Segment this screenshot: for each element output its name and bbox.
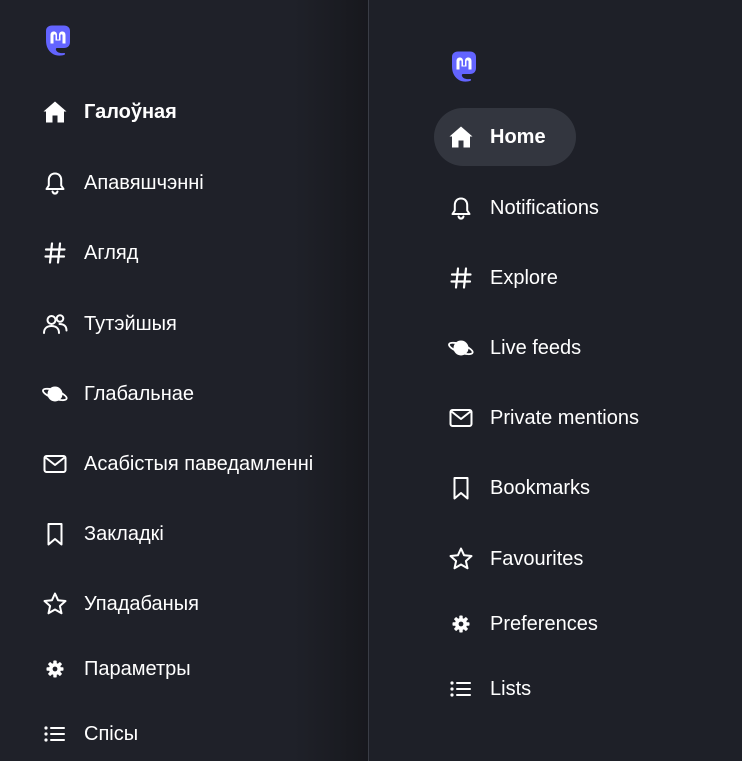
nav-item-label: Live feeds — [490, 337, 582, 359]
nav-item-bookmarks[interactable]: Закладкі — [30, 505, 360, 563]
nav-item-lists[interactable]: Lists — [434, 660, 561, 718]
nav-item-label: Preferences — [490, 613, 598, 635]
nav-item-label: Private mentions — [490, 407, 639, 429]
nav-item-label: Апавяшчэнні — [84, 172, 204, 194]
home-icon — [448, 124, 474, 150]
nav-item-private-mentions[interactable]: Private mentions — [434, 389, 669, 447]
users-icon — [42, 311, 68, 337]
nav-item-home[interactable]: Home — [434, 108, 576, 166]
nav-item-bookmarks[interactable]: Bookmarks — [434, 459, 620, 517]
nav-item-preferences[interactable]: Preferences — [434, 595, 628, 653]
nav-item-live-feeds[interactable]: Live feeds — [434, 319, 611, 377]
nav-item-label: Тутэйшыя — [84, 313, 177, 335]
list-icon — [448, 676, 474, 702]
nav-item-explore[interactable]: Explore — [434, 249, 588, 307]
nav-item-label: Закладкі — [84, 523, 164, 545]
nav-item-label: Агляд — [84, 242, 139, 264]
star-icon — [42, 591, 68, 617]
list-icon — [42, 721, 68, 747]
nav-item-explore[interactable]: Агляд — [30, 224, 360, 282]
nav-item-label: Параметры — [84, 658, 191, 680]
nav-item-label: Home — [490, 126, 546, 148]
envelope-icon — [448, 405, 474, 431]
nav-item-preferences[interactable]: Параметры — [30, 640, 360, 698]
home-icon — [42, 99, 68, 125]
bookmark-icon — [42, 521, 68, 547]
gear-icon — [42, 656, 68, 682]
planet-icon — [42, 381, 68, 407]
gear-icon — [448, 611, 474, 637]
nav-item-federated[interactable]: Глабальнае — [30, 365, 360, 423]
nav-item-notifications[interactable]: Апавяшчэнні — [30, 154, 360, 212]
hashtag-icon — [42, 240, 68, 266]
nav-item-local[interactable]: Тутэйшыя — [30, 295, 360, 353]
mastodon-logo[interactable] — [40, 22, 76, 58]
bookmark-icon — [448, 475, 474, 501]
nav-item-label: Lists — [490, 678, 532, 700]
nav-item-label: Bookmarks — [490, 477, 591, 499]
nav-item-label: Favourites — [490, 548, 584, 570]
mastodon-logo[interactable] — [446, 48, 482, 84]
star-icon — [448, 546, 474, 572]
nav-item-label: Спісы — [84, 723, 139, 745]
nav-item-label: Explore — [490, 267, 558, 289]
nav-item-notifications[interactable]: Notifications — [434, 179, 629, 237]
nav-item-home[interactable]: Галоўная — [30, 83, 360, 141]
nav-item-favourites[interactable]: Упадабаныя — [30, 575, 360, 633]
nav-item-label: Галоўная — [84, 101, 177, 123]
nav-item-direct[interactable]: Асабістыя паведамленні — [30, 435, 360, 493]
nav-item-label: Глабальнае — [84, 383, 194, 405]
nav-item-label: Упадабаныя — [84, 593, 199, 615]
bell-icon — [42, 170, 68, 196]
nav-item-lists[interactable]: Спісы — [30, 705, 360, 761]
sidebar-left: Галоўная Апавяшчэнні Агляд Тутэйшыя Глаб… — [0, 0, 368, 761]
planet-icon — [448, 335, 474, 361]
envelope-icon — [42, 451, 68, 477]
sidebar-right: Home Notifications Explore Live feeds Pr… — [369, 0, 742, 761]
bell-icon — [448, 195, 474, 221]
hashtag-icon — [448, 265, 474, 291]
nav-item-label: Notifications — [490, 197, 599, 219]
nav-item-favourites[interactable]: Favourites — [434, 530, 613, 588]
nav-item-label: Асабістыя паведамленні — [84, 453, 314, 475]
